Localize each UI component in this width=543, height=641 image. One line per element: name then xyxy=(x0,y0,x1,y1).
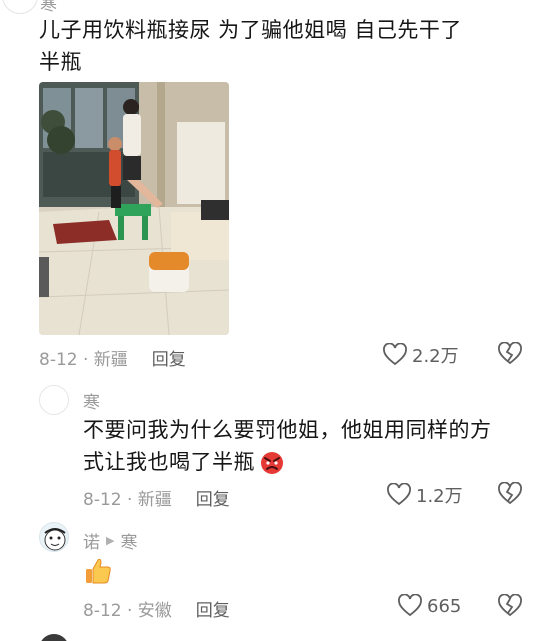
comment-author[interactable]: 诺 xyxy=(83,528,100,553)
comment-text-line: 儿子用饮料瓶接尿 为了骗他姐喝 自己先干了 xyxy=(39,18,462,42)
reply-button[interactable]: 回复 xyxy=(196,485,230,510)
avatar[interactable] xyxy=(2,0,38,14)
comment-text xyxy=(83,556,113,590)
broken-heart-icon xyxy=(498,593,522,617)
room-scene-image xyxy=(39,82,229,335)
broken-heart-icon xyxy=(498,341,522,365)
heart-outline-icon xyxy=(383,343,407,366)
dislike-button[interactable] xyxy=(497,593,523,622)
comment-date-location: 8-12 · 安徽 xyxy=(83,601,172,621)
broken-heart-icon xyxy=(498,481,522,505)
comment-meta: 8-12 · 新疆 回复 xyxy=(83,485,230,510)
comment-text: 不要问我为什么要罚他姐，他姐用同样的方 式让我也喝了半瓶 xyxy=(83,414,539,478)
avatar[interactable] xyxy=(39,634,69,641)
comment-text-line: 半瓶 xyxy=(39,50,82,74)
angry-face-icon xyxy=(261,452,283,474)
reply-to-author[interactable]: 寒 xyxy=(120,528,137,553)
dislike-button[interactable] xyxy=(497,341,523,370)
reply-button[interactable]: 回复 xyxy=(196,596,230,621)
dislike-button[interactable] xyxy=(497,481,523,510)
like-button[interactable]: 2.2万 xyxy=(382,342,459,368)
thumbs-up-icon xyxy=(86,558,111,584)
avatar[interactable] xyxy=(39,522,69,552)
avatar[interactable] xyxy=(39,385,69,415)
comment-author[interactable]: 寒 xyxy=(40,0,57,15)
comment-author-line: 诺 ▶ 寒 xyxy=(83,528,137,553)
cartoon-avatar-image xyxy=(44,528,66,551)
like-button[interactable]: 665 xyxy=(397,594,461,618)
comment-date-location: 8-12 · 新疆 xyxy=(83,490,172,510)
comment-meta: 8-12 · 安徽 回复 xyxy=(83,596,230,621)
heart-outline-icon xyxy=(398,594,422,617)
like-count: 2.2万 xyxy=(412,346,459,367)
comment-author[interactable]: 寒 xyxy=(83,388,100,413)
heart-outline-icon xyxy=(387,483,411,506)
like-button[interactable]: 1.2万 xyxy=(386,482,463,508)
comment-date-location: 8-12 · 新疆 xyxy=(39,350,128,370)
comment-text-line: 式让我也喝了半瓶 xyxy=(83,446,539,478)
like-count: 1.2万 xyxy=(416,486,463,507)
play-triangle-icon: ▶ xyxy=(106,534,115,547)
comment-meta: 8-12 · 新疆 回复 xyxy=(39,345,186,370)
comment-text: 儿子用饮料瓶接尿 为了骗他姐喝 自己先干了 半瓶 xyxy=(39,14,539,78)
comment-photo[interactable] xyxy=(39,82,229,335)
comment-text-line: 不要问我为什么要罚他姐，他姐用同样的方 xyxy=(83,418,492,442)
reply-button[interactable]: 回复 xyxy=(152,345,186,370)
like-count: 665 xyxy=(427,595,462,617)
